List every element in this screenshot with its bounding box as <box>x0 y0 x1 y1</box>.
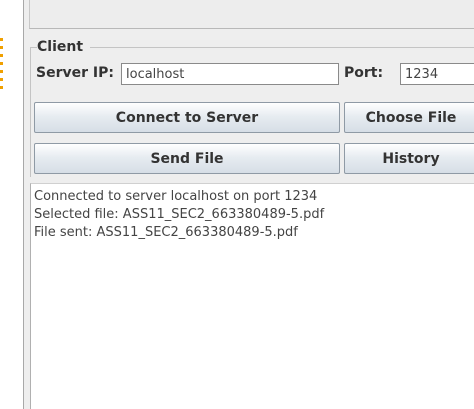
log-text-area[interactable]: Connected to server localhost on port 12… <box>30 183 474 409</box>
connect-to-server-button[interactable]: Connect to Server <box>34 102 340 133</box>
send-file-button[interactable]: Send File <box>34 143 340 174</box>
top-panel <box>29 0 474 29</box>
client-group-border-left <box>30 47 37 48</box>
log-line: Selected file: ASS11_SEC2_663380489-5.pd… <box>34 207 325 222</box>
log-line: Connected to server localhost on port 12… <box>34 189 318 204</box>
left-window-markers <box>0 38 3 90</box>
client-group-border-top <box>90 47 474 48</box>
server-ip-label: Server IP: <box>36 65 114 81</box>
server-ip-input[interactable] <box>121 63 339 85</box>
port-label: Port: <box>344 65 384 81</box>
left-window-strip <box>0 0 25 409</box>
client-group-border-side <box>30 47 31 177</box>
client-group-title: Client <box>37 38 90 56</box>
port-input[interactable] <box>400 63 474 85</box>
history-button[interactable]: History <box>344 143 474 174</box>
log-line: File sent: ASS11_SEC2_663380489-5.pdf <box>34 225 298 240</box>
choose-file-button[interactable]: Choose File <box>344 102 474 133</box>
